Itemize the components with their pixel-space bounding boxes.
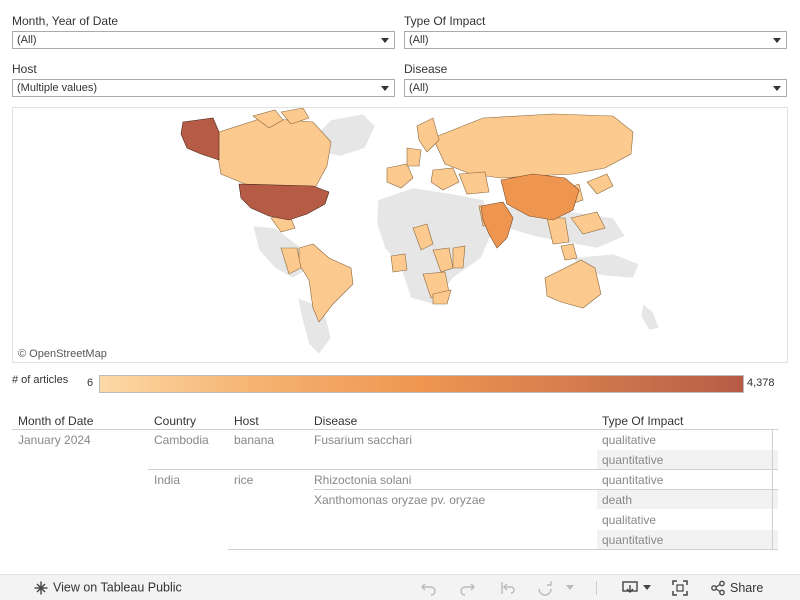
row-divider	[228, 549, 778, 550]
download-button[interactable]	[622, 580, 652, 596]
chevron-down-icon	[381, 38, 389, 43]
refresh-button[interactable]	[537, 580, 553, 596]
share-label: Share	[730, 581, 764, 595]
cell-impact: quantitative	[602, 473, 664, 487]
legend-color-ramp	[99, 375, 744, 393]
redo-button[interactable]	[460, 580, 476, 596]
cell-impact: qualitative	[602, 433, 657, 447]
map-attribution[interactable]: © OpenStreetMap	[15, 348, 110, 360]
filter-host: Host (Multiple values)	[12, 61, 395, 97]
share-icon	[710, 580, 726, 596]
download-icon	[622, 580, 638, 596]
fullscreen-icon	[672, 580, 688, 596]
filter-type-of-impact-label: Type Of Impact	[404, 14, 486, 28]
column-header-country[interactable]: Country	[154, 414, 196, 428]
cell-impact: death	[602, 493, 633, 507]
cell-country: Cambodia	[154, 433, 209, 447]
world-map[interactable]: © OpenStreetMap	[12, 107, 788, 363]
filter-month-year-label: Month, Year of Date	[12, 14, 119, 28]
chevron-down-icon	[381, 86, 389, 91]
chevron-down-icon	[566, 585, 574, 591]
legend-min-value: 6	[87, 377, 94, 389]
filter-disease: Disease (All)	[404, 61, 787, 97]
cell-disease: Xanthomonas oryzae pv. oryzae	[314, 493, 486, 507]
view-on-tableau-public-link[interactable]: View on Tableau Public	[34, 580, 182, 595]
cell-country: India	[154, 473, 181, 487]
filter-host-value: (Multiple values)	[17, 82, 98, 94]
row-divider	[314, 489, 778, 490]
articles-table: Month of Date Country Host Disease Type …	[12, 412, 782, 562]
toolbar-separator	[596, 581, 597, 595]
revert-icon	[500, 580, 516, 596]
view-on-tableau-public-label: View on Tableau Public	[53, 580, 182, 595]
chevron-down-icon	[773, 86, 781, 91]
filter-month-year: Month, Year of Date (All)	[12, 13, 395, 49]
revert-button[interactable]	[500, 580, 516, 596]
chevron-down-icon	[643, 585, 652, 591]
column-header-disease[interactable]: Disease	[314, 414, 357, 428]
filter-disease-dropdown[interactable]: (All)	[404, 79, 787, 97]
cell-impact: qualitative	[602, 513, 657, 527]
column-header-month[interactable]: Month of Date	[18, 414, 93, 428]
undo-icon	[420, 580, 436, 596]
refresh-options-chevron[interactable]	[566, 585, 574, 591]
refresh-icon	[537, 580, 553, 596]
header-divider	[12, 429, 778, 430]
legend-max-value: 4,378	[747, 377, 775, 389]
filter-type-of-impact-dropdown[interactable]: (All)	[404, 31, 787, 49]
redo-icon	[460, 580, 476, 596]
tableau-toolbar: View on Tableau Public Share	[0, 574, 800, 600]
table-scroll-edge	[772, 430, 773, 550]
tableau-logo-icon	[34, 581, 48, 595]
filter-type-of-impact-value: (All)	[409, 34, 429, 46]
legend-title: # of articles	[12, 374, 69, 386]
cell-disease: Rhizoctonia solani	[314, 473, 412, 487]
filter-month-year-dropdown[interactable]: (All)	[12, 31, 395, 49]
cell-host: rice	[234, 473, 254, 487]
filter-host-dropdown[interactable]: (Multiple values)	[12, 79, 395, 97]
share-button[interactable]: Share	[710, 580, 763, 596]
undo-button[interactable]	[420, 580, 436, 596]
chevron-down-icon	[773, 38, 781, 43]
filter-month-year-value: (All)	[17, 34, 37, 46]
filter-host-label: Host	[12, 62, 37, 76]
filter-disease-label: Disease	[404, 62, 448, 76]
row-divider	[148, 469, 778, 470]
filter-disease-value: (All)	[409, 82, 429, 94]
cell-impact: quantitative	[602, 533, 664, 547]
cell-month: January 2024	[18, 433, 91, 447]
filter-type-of-impact: Type Of Impact (All)	[404, 13, 787, 49]
cell-host: banana	[234, 433, 275, 447]
cell-impact: quantitative	[602, 453, 664, 467]
column-header-host[interactable]: Host	[234, 414, 259, 428]
column-header-type-of-impact[interactable]: Type Of Impact	[602, 414, 683, 428]
fullscreen-button[interactable]	[672, 580, 688, 596]
world-map-canvas	[180, 108, 660, 355]
cell-disease: Fusarium sacchari	[314, 433, 413, 447]
